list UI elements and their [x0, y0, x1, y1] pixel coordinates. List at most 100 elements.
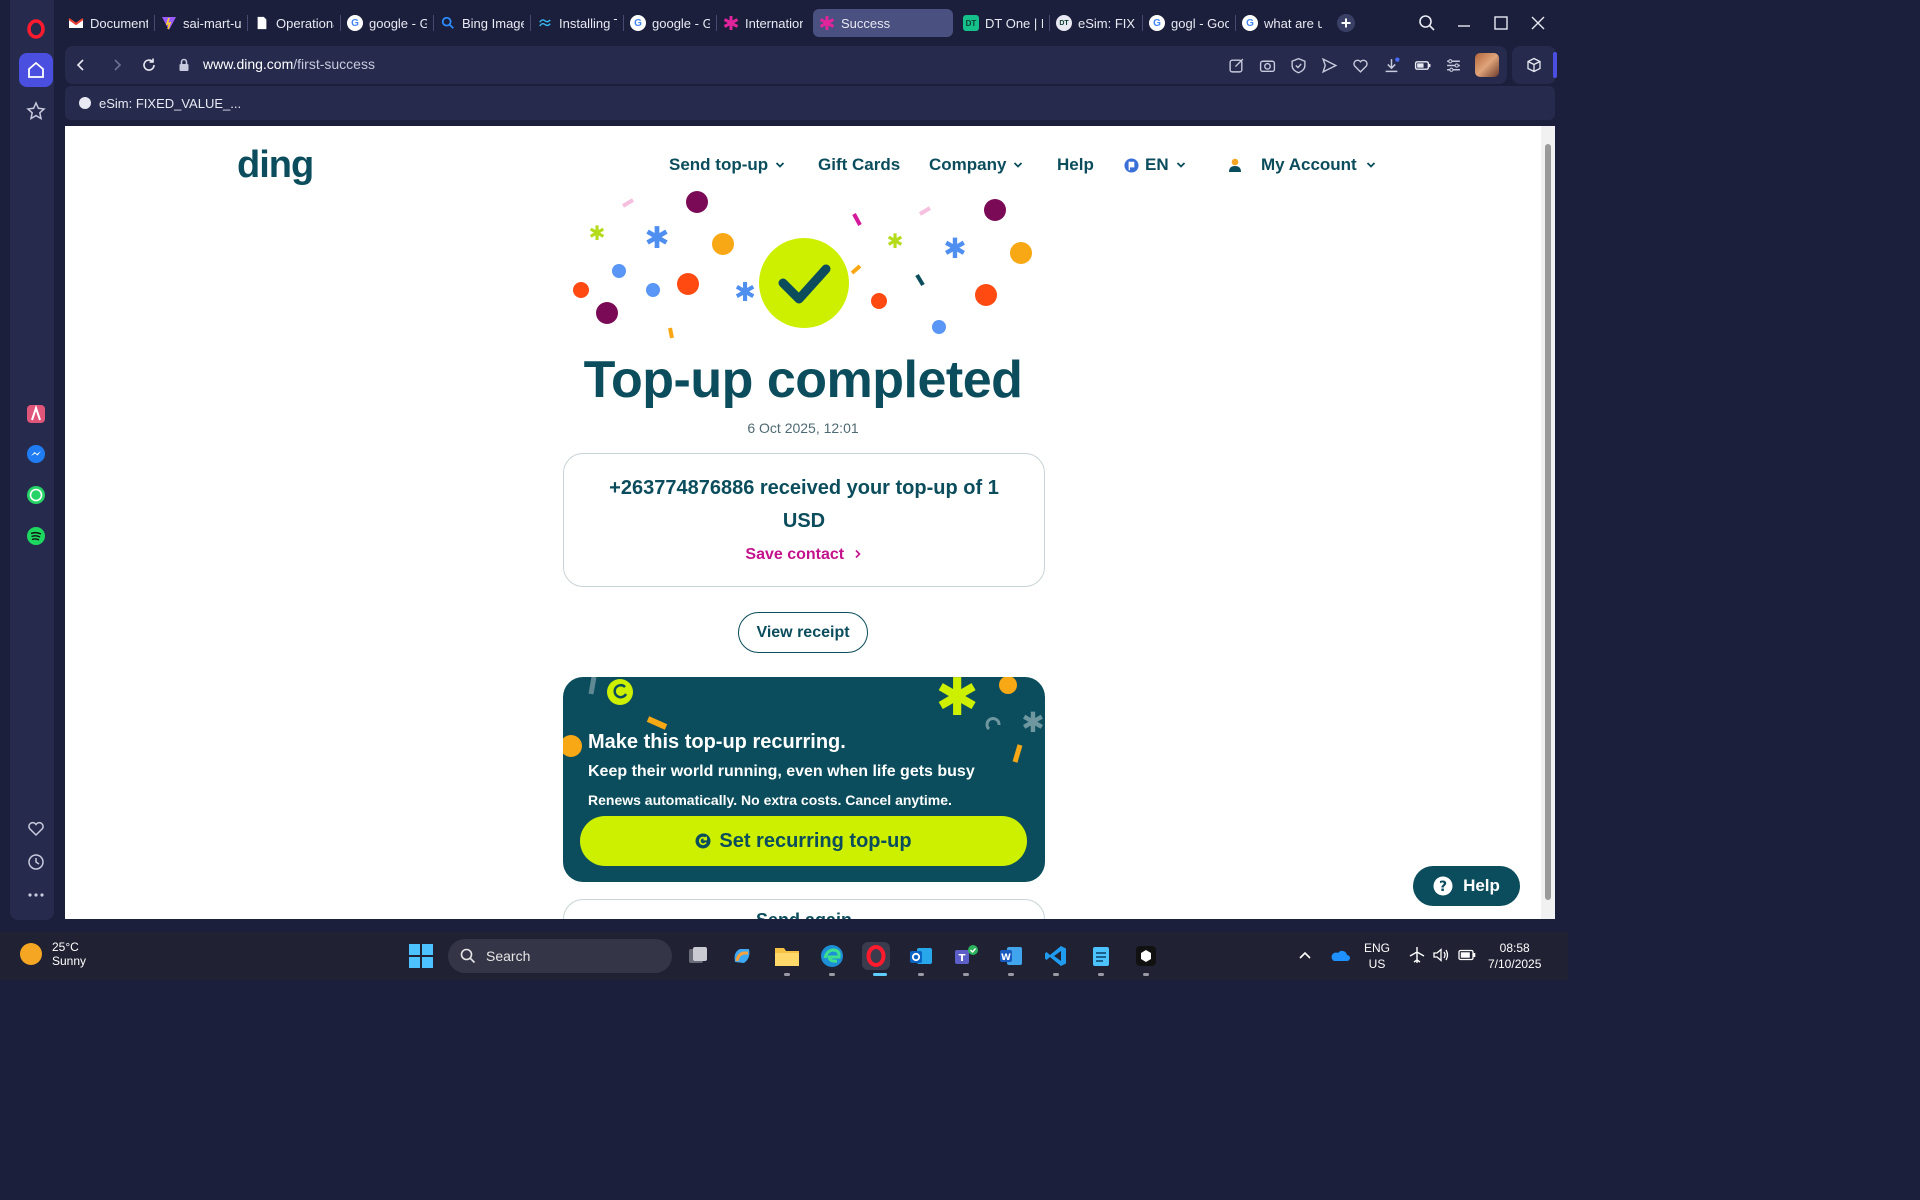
easy-setup-icon[interactable]	[1444, 53, 1463, 77]
tab[interactable]: DT DT One | Mo	[957, 9, 1049, 37]
my-account-menu[interactable]: My Account	[1227, 155, 1377, 175]
opera-menu-icon[interactable]	[19, 12, 53, 46]
tab[interactable]: Installing Ta	[531, 9, 623, 37]
cube-app-icon[interactable]	[1132, 942, 1160, 970]
bookmark-item[interactable]: eSim: FIXED_VALUE_...	[99, 96, 241, 111]
profile-avatar[interactable]	[1475, 53, 1499, 77]
taskbar-search[interactable]: Search	[448, 939, 672, 973]
tab[interactable]: DT eSim: FIXED	[1050, 9, 1142, 37]
lock-icon[interactable]	[172, 53, 196, 77]
show-hidden-icons[interactable]	[1298, 948, 1312, 966]
aria-icon[interactable]	[19, 397, 53, 431]
vscode-icon[interactable]	[1042, 942, 1070, 970]
tab[interactable]: Document f	[62, 9, 154, 37]
chevron-down-icon	[1366, 162, 1375, 168]
send-again-button[interactable]: Send again	[563, 899, 1045, 919]
tab-active[interactable]: Success	[813, 9, 953, 37]
nav-label: Help	[1057, 155, 1094, 174]
clock[interactable]: 08:58 7/10/2025	[1488, 940, 1541, 972]
nav-company[interactable]: Company	[929, 155, 1024, 175]
volume-icon[interactable]	[1432, 946, 1450, 968]
messenger-icon[interactable]	[19, 437, 53, 471]
teams-icon[interactable]: T	[952, 942, 980, 970]
avatar	[1475, 53, 1499, 77]
sidebar-indicator	[1553, 52, 1557, 78]
notepad-icon[interactable]	[1087, 942, 1115, 970]
tab[interactable]: G what are use	[1236, 9, 1328, 37]
more-icon[interactable]	[19, 878, 53, 912]
tailwind-icon	[537, 15, 553, 31]
taskbar-search-placeholder: Search	[486, 948, 531, 964]
shield-icon[interactable]	[1289, 53, 1308, 77]
airplane-mode-icon[interactable]	[1408, 946, 1426, 968]
new-tab-button[interactable]	[1334, 11, 1358, 35]
history-icon[interactable]	[19, 845, 53, 879]
close-icon[interactable]	[1523, 8, 1553, 38]
send-icon[interactable]	[1320, 53, 1339, 77]
input-language[interactable]: ENG US	[1364, 940, 1390, 972]
task-view-icon[interactable]	[684, 942, 712, 970]
search-icon	[440, 15, 456, 31]
home-icon[interactable]	[19, 53, 53, 87]
whatsapp-icon[interactable]	[19, 478, 53, 512]
help-chat-button[interactable]: ? Help	[1413, 866, 1520, 906]
edit-icon[interactable]	[1227, 53, 1246, 77]
word-icon[interactable]: W	[997, 942, 1025, 970]
start-button[interactable]	[409, 944, 433, 968]
page-viewport: ding Send top-up Gift Cards Company Help…	[65, 126, 1541, 919]
tab[interactable]: G gogl - Goog	[1143, 9, 1235, 37]
url-field[interactable]: www.ding.com/first-success	[203, 56, 375, 72]
set-recurring-topup-button[interactable]: Set recurring top-up	[580, 816, 1027, 866]
nav-help[interactable]: Help	[1057, 155, 1094, 175]
svg-text:✱: ✱	[734, 278, 756, 308]
minimize-icon[interactable]	[1449, 8, 1479, 38]
camera-icon[interactable]	[1258, 53, 1277, 77]
onedrive-icon[interactable]	[1330, 948, 1350, 966]
tab[interactable]: G google - Go	[624, 9, 716, 37]
outlook-icon[interactable]	[907, 942, 935, 970]
tab[interactable]: Internationa	[717, 9, 809, 37]
active-indicator	[873, 973, 887, 976]
page-title: Top-up completed	[583, 351, 1023, 409]
tab-title: google - Go	[369, 15, 427, 31]
heart-icon[interactable]	[1351, 53, 1370, 77]
ding-icon	[723, 15, 739, 31]
weather-widget[interactable]: 25°C Sunny	[20, 940, 86, 968]
opera-taskbar-icon[interactable]	[862, 942, 890, 970]
tab[interactable]: Operational	[248, 9, 340, 37]
nav-label: Company	[929, 155, 1007, 174]
recurring-icon	[695, 833, 711, 849]
file-explorer-icon[interactable]	[773, 942, 801, 970]
heart-icon[interactable]	[19, 812, 53, 846]
battery-icon[interactable]	[1458, 947, 1476, 967]
tab[interactable]: G google - Go	[341, 9, 433, 37]
reload-icon[interactable]	[137, 53, 161, 77]
running-indicator	[918, 973, 924, 976]
ding-logo[interactable]: ding	[237, 144, 314, 187]
back-icon[interactable]	[69, 53, 93, 77]
tab-search-icon[interactable]	[1412, 8, 1442, 38]
extensions-icon[interactable]	[1512, 46, 1557, 84]
save-contact-link[interactable]: Save contact	[564, 546, 1044, 564]
download-icon[interactable]	[1382, 53, 1401, 77]
tab[interactable]: Bing Images	[434, 9, 530, 37]
clock-date: 7/10/2025	[1488, 957, 1542, 971]
nav-send-topup[interactable]: Send top-up	[669, 155, 786, 175]
copilot-icon[interactable]	[728, 942, 756, 970]
battery-saver-icon[interactable]	[1413, 53, 1432, 77]
view-receipt-button[interactable]: View receipt	[738, 612, 868, 653]
page-scrollbar[interactable]	[1541, 126, 1555, 919]
tab[interactable]: sai-mart-ui2	[155, 9, 247, 37]
scrollbar-thumb[interactable]	[1545, 144, 1551, 900]
language-selector[interactable]: EN	[1124, 155, 1187, 175]
weather-desc: Sunny	[52, 954, 87, 968]
running-indicator	[1008, 973, 1014, 976]
star-icon[interactable]	[19, 94, 53, 128]
running-indicator	[784, 973, 790, 976]
forward-icon[interactable]	[105, 53, 129, 77]
nav-gift-cards[interactable]: Gift Cards	[818, 155, 900, 175]
spotify-icon[interactable]	[19, 519, 53, 553]
maximize-icon[interactable]	[1486, 8, 1516, 38]
svg-text:✱: ✱	[1021, 706, 1044, 739]
edge-icon[interactable]	[818, 942, 846, 970]
